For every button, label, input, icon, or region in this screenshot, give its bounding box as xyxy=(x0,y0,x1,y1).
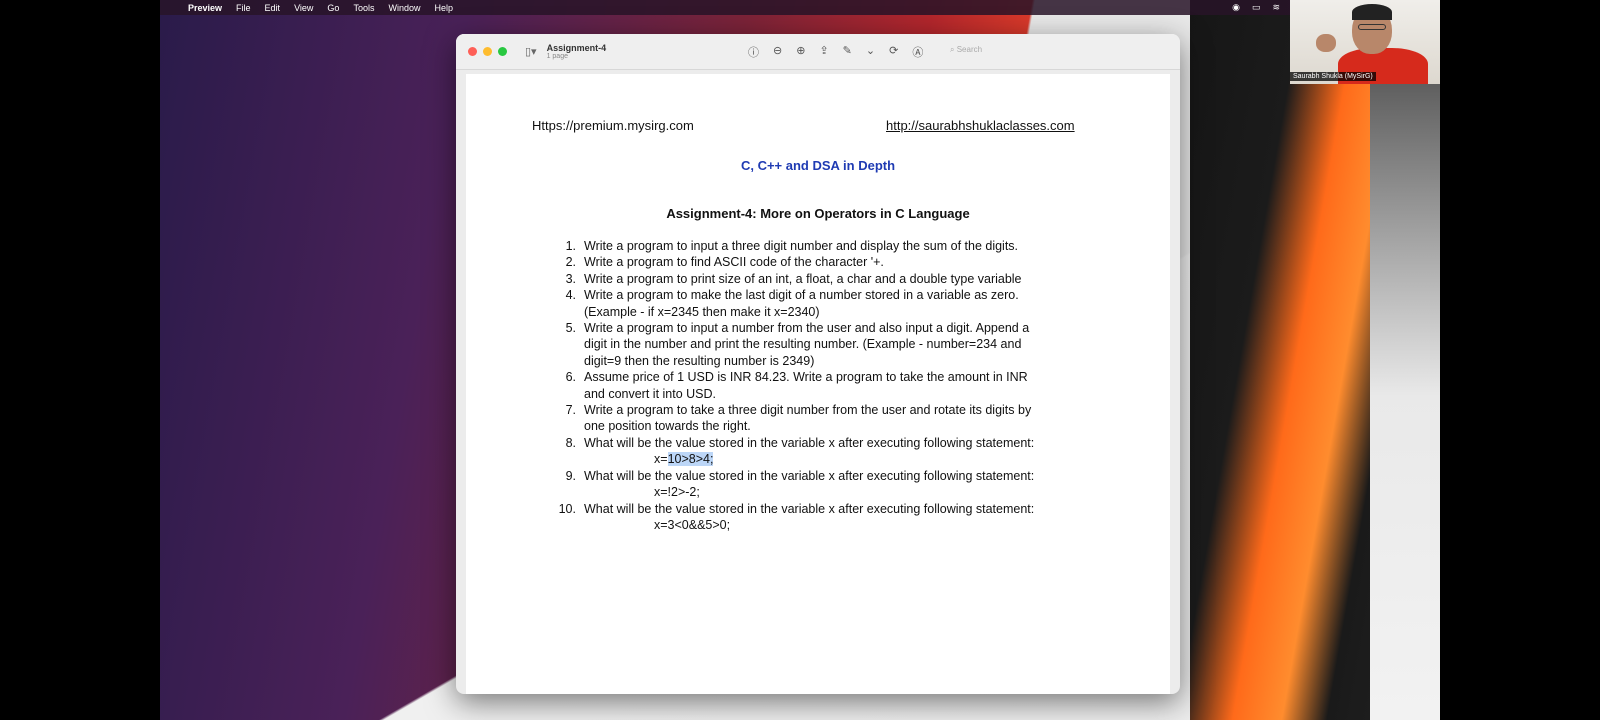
traffic-lights xyxy=(468,47,507,56)
selected-text[interactable]: 10>8>4; xyxy=(667,452,714,467)
menu-view[interactable]: View xyxy=(294,3,313,13)
search-input[interactable]: ⌕ Search xyxy=(950,45,982,55)
menu-edit[interactable]: Edit xyxy=(265,3,281,13)
question-line: Write a program to input a number from t… xyxy=(584,321,1030,336)
question-item: 3. Write a program to print size of an i… xyxy=(554,271,1094,287)
menu-file[interactable]: File xyxy=(236,3,251,13)
preview-window: ▯▾ Assignment-4 1 page ⓘ ⊖ ⊕ ⇪ ✎ ⌄ ⟳ Ⓐ ⌕… xyxy=(456,34,1180,694)
video-overlay[interactable]: Saurabh Shukla (MySirG) xyxy=(1290,0,1440,84)
question-line: What will be the value stored in the var… xyxy=(584,468,1035,483)
document-page-count: 1 page xyxy=(546,53,568,60)
question-item: 7. Write a program to take a three digit… xyxy=(554,402,1094,435)
question-list: 1. Write a program to input a three digi… xyxy=(554,238,1094,533)
menu-app-name[interactable]: Preview xyxy=(188,3,222,13)
question-line: Write a program to take a three digit nu… xyxy=(584,403,1032,418)
question-text: What will be the value stored in the var… xyxy=(584,501,1094,534)
question-text: Write a program to take a three digit nu… xyxy=(584,402,1094,435)
question-text: Write a program to input a number from t… xyxy=(584,320,1094,369)
zoom-in-icon[interactable]: ⊕ xyxy=(796,44,805,60)
question-line: and convert it into USD. xyxy=(584,386,717,401)
menu-tools[interactable]: Tools xyxy=(353,3,374,13)
menu-window[interactable]: Window xyxy=(388,3,420,13)
question-number: 1. xyxy=(565,239,576,253)
menu-go[interactable]: Go xyxy=(327,3,339,13)
window-toolbar: ▯▾ Assignment-4 1 page ⓘ ⊖ ⊕ ⇪ ✎ ⌄ ⟳ Ⓐ ⌕… xyxy=(456,34,1180,70)
question-number: 2. xyxy=(565,255,576,270)
wifi-icon[interactable]: ≋ xyxy=(1272,2,1280,13)
question-text: Write a program to make the last digit o… xyxy=(584,287,1094,320)
status-icons: ◉ ▭ ≋ xyxy=(1232,2,1280,13)
toolbar-tools: ⓘ ⊖ ⊕ ⇪ ✎ ⌄ ⟳ Ⓐ xyxy=(748,44,923,60)
search-placeholder: Search xyxy=(956,45,983,54)
question-number: 3. xyxy=(565,271,576,286)
question-item: 8. What will be the value stored in the … xyxy=(554,435,1094,468)
question-line: What will be the value stored in the var… xyxy=(584,435,1035,450)
minimize-button[interactable] xyxy=(483,47,492,56)
question-line: Write a program to make the last digit o… xyxy=(584,288,1019,303)
question-text: Write a program to print size of an int,… xyxy=(584,271,1094,287)
search-icon: ⌕ xyxy=(950,45,957,54)
question-item: 1. Write a program to input a three digi… xyxy=(554,238,1094,254)
code-prefix: x= xyxy=(654,452,668,467)
markup-pen-icon[interactable]: ✎ xyxy=(843,44,852,60)
question-text: What will be the value stored in the var… xyxy=(584,468,1094,501)
question-item: 5. Write a program to input a number fro… xyxy=(554,320,1094,369)
document-title: Assignment-4 xyxy=(546,43,607,53)
record-icon[interactable]: ◉ xyxy=(1232,2,1240,13)
question-number: 8. xyxy=(565,435,576,450)
annotate-icon[interactable]: Ⓐ xyxy=(912,44,923,60)
question-line: digit in the number and print the result… xyxy=(584,337,1022,352)
rotate-icon[interactable]: ⟳ xyxy=(889,44,898,60)
question-number: 4. xyxy=(565,288,576,303)
course-title: C, C++ and DSA in Depth xyxy=(740,158,896,173)
wallpaper-light xyxy=(1370,0,1440,720)
document-page[interactable]: Https://premium.mysirg.com http://saurab… xyxy=(466,74,1170,694)
battery-icon[interactable]: ▭ xyxy=(1252,2,1261,13)
code-statement: x=!2>-2; xyxy=(654,485,700,500)
presenter-hair xyxy=(1352,4,1392,20)
presenter-name: Saurabh Shukla (MySirG) xyxy=(1290,72,1376,81)
question-line: one position towards the right. xyxy=(584,419,751,434)
sidebar-toggle-icon[interactable]: ▯▾ xyxy=(525,45,537,58)
question-text: Assume price of 1 USD is INR 84.23. Writ… xyxy=(584,369,1094,402)
question-number: 10. xyxy=(558,501,576,516)
question-item: 6. Assume price of 1 USD is INR 84.23. W… xyxy=(554,369,1094,402)
presenter-glasses xyxy=(1358,24,1386,30)
classes-link[interactable]: http://saurabhshuklaclasses.com xyxy=(886,118,1075,133)
zoom-button[interactable] xyxy=(498,47,507,56)
question-text: Write a program to input a three digit n… xyxy=(584,238,1094,254)
share-icon[interactable]: ⇪ xyxy=(819,44,828,60)
menu-bar: Preview File Edit View Go Tools Window H… xyxy=(160,0,1440,15)
question-number: 9. xyxy=(565,468,576,483)
question-number: 5. xyxy=(565,321,576,336)
zoom-out-icon[interactable]: ⊖ xyxy=(773,44,782,60)
menu-help[interactable]: Help xyxy=(434,3,453,13)
info-icon[interactable]: ⓘ xyxy=(748,44,759,60)
question-text: What will be the value stored in the var… xyxy=(584,435,1094,468)
chevron-down-icon[interactable]: ⌄ xyxy=(866,44,875,60)
question-line: What will be the value stored in the var… xyxy=(584,501,1035,516)
question-item: 2. Write a program to find ASCII code of… xyxy=(554,254,1094,270)
assignment-title: Assignment-4: More on Operators in C Lan… xyxy=(666,206,970,221)
question-item: 9. What will be the value stored in the … xyxy=(554,468,1094,501)
question-line: Write a program to print size of an int,… xyxy=(584,271,1022,286)
question-item: 4. Write a program to make the last digi… xyxy=(554,287,1094,320)
close-button[interactable] xyxy=(468,47,477,56)
question-line: (Example - if x=2345 then make it x=2340… xyxy=(584,304,820,319)
question-number: 7. xyxy=(565,403,576,418)
question-item: 10. What will be the value stored in the… xyxy=(554,501,1094,534)
presenter-hand xyxy=(1316,34,1336,52)
question-line: digit=9 then the resulting number is 234… xyxy=(584,353,815,368)
question-line: Write a program to find ASCII code of th… xyxy=(584,255,884,270)
question-number: 6. xyxy=(565,370,576,385)
question-line: Assume price of 1 USD is INR 84.23. Writ… xyxy=(584,370,1028,385)
code-statement: x=10>8>4; xyxy=(584,451,1094,467)
question-text: Write a program to find ASCII code of th… xyxy=(584,254,1094,270)
code-statement: x=3<0&&5>0; xyxy=(654,517,731,532)
premium-link[interactable]: Https://premium.mysirg.com xyxy=(532,118,694,133)
question-line: Write a program to input a three digit n… xyxy=(584,239,1019,253)
